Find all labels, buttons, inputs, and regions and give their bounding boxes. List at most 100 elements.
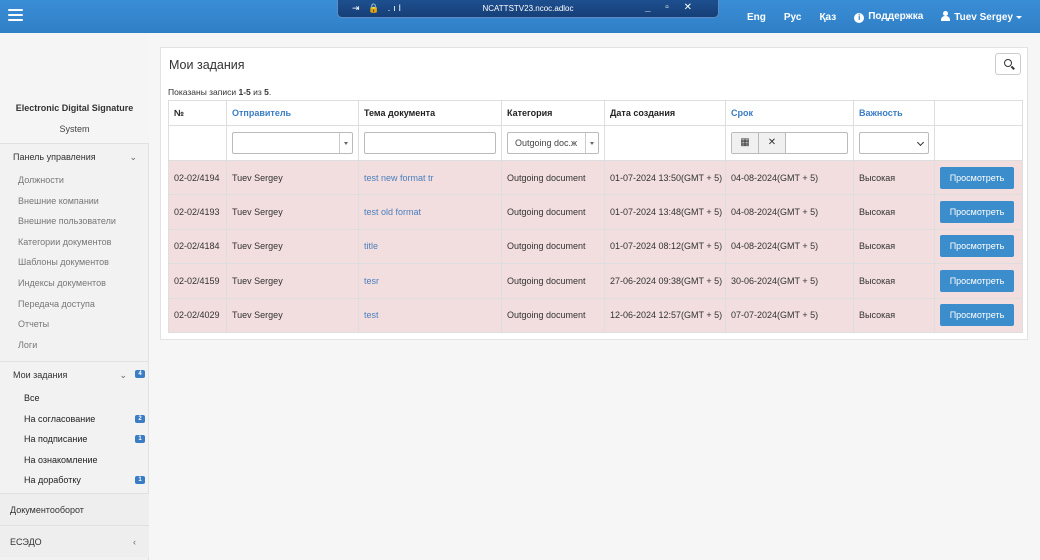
count-badge: 1 bbox=[135, 435, 145, 444]
user-icon bbox=[941, 11, 951, 21]
row-subject-link[interactable]: test old format bbox=[364, 207, 421, 217]
col-actions bbox=[934, 100, 1023, 126]
row-deadline: 04-08-2024(GMT + 5) bbox=[731, 172, 819, 183]
support-label: Поддержка bbox=[868, 11, 924, 22]
lang-kaz-link[interactable]: Қаз bbox=[819, 12, 836, 23]
row-importance: Высокая bbox=[859, 241, 896, 252]
table-cell: Tuev Sergey bbox=[226, 263, 359, 299]
row-subject-link[interactable]: title bbox=[364, 241, 378, 251]
col-importance[interactable]: Важность bbox=[853, 100, 935, 126]
sidebar-item-control-panel[interactable]: Панель управления ⌄ bbox=[0, 144, 149, 170]
records-suffix: . bbox=[268, 87, 272, 97]
sidebar-item-my-tasks[interactable]: Мои задания ⌄ 4 bbox=[0, 362, 149, 388]
view-button[interactable]: Просмотреть bbox=[940, 201, 1014, 224]
category-filter-select[interactable]: Outgoing doc.ж bbox=[507, 132, 599, 154]
records-prefix: Показаны записи bbox=[168, 87, 239, 97]
search-button[interactable] bbox=[995, 53, 1021, 75]
sidebar-item-for-review[interactable]: На ознакомление bbox=[0, 450, 149, 471]
row-category: Outgoing document bbox=[507, 241, 586, 252]
tasks-panel: Мои задания Показаны записи 1-5 из 5. № … bbox=[160, 47, 1028, 340]
table-cell: 01-07-2024 13:48(GMT + 5) bbox=[604, 194, 726, 230]
table-cell: Просмотреть bbox=[934, 228, 1023, 265]
lang-eng-link[interactable]: Eng bbox=[747, 12, 766, 23]
sidebar-item-label: На подписание bbox=[24, 434, 88, 445]
brand-subtitle: System bbox=[59, 124, 90, 134]
lang-rus-link[interactable]: Рус bbox=[784, 12, 802, 23]
user-name: Tuev Sergey bbox=[954, 12, 1013, 23]
sidebar-item-for-signing[interactable]: На подписание 1 bbox=[0, 429, 149, 450]
filter-cell-empty bbox=[168, 125, 227, 161]
filter-cell-deadline: ▦ ✕ bbox=[725, 125, 854, 161]
view-button[interactable]: Просмотреть bbox=[940, 304, 1014, 327]
table-cell: Просмотреть bbox=[934, 297, 1023, 333]
deadline-filter-input[interactable] bbox=[786, 133, 847, 153]
sidebar-item-doc-flow[interactable]: Документооборот bbox=[0, 493, 149, 525]
table-row: 02-02/4184 Tuev Sergey title Outgoing docum… bbox=[168, 228, 1023, 265]
subject-filter-input[interactable] bbox=[364, 132, 496, 154]
sidebar-section-control-panel: Панель управления ⌄ Должности Внешние ко… bbox=[0, 143, 149, 355]
sidebar-section-my-tasks: Мои задания ⌄ 4 Все На согласование 2 На … bbox=[0, 361, 149, 491]
row-importance: Высокая bbox=[859, 310, 896, 321]
sidebar-item-external-users[interactable]: Внешние пользователи bbox=[0, 211, 149, 232]
table-cell: Просмотреть bbox=[934, 263, 1023, 299]
sidebar-item-access-transfer[interactable]: Передача доступа bbox=[0, 294, 149, 315]
table-cell: test bbox=[358, 297, 502, 333]
sidebar-item-doc-categories[interactable]: Категории документов bbox=[0, 232, 149, 253]
tasks-table: № Отправитель Тема документа Категория Д… bbox=[168, 100, 1023, 333]
sidebar-item-external-companies[interactable]: Внешние компании bbox=[0, 191, 149, 212]
remote-desktop-controls[interactable]: _ ▫ ✕ bbox=[645, 2, 698, 13]
view-button[interactable]: Просмотреть bbox=[940, 166, 1014, 189]
table-cell: 30-06-2024(GMT + 5) bbox=[725, 263, 854, 299]
sidebar-item-label: На ознакомление bbox=[24, 454, 98, 465]
view-button[interactable]: Просмотреть bbox=[940, 269, 1014, 292]
table-cell: Высокая bbox=[853, 297, 935, 333]
sidebar-item-for-approval[interactable]: На согласование 2 bbox=[0, 409, 149, 430]
records-mid: из bbox=[250, 87, 265, 97]
count-badge: 2 bbox=[135, 414, 145, 423]
sidebar-item-label: Все bbox=[24, 393, 40, 403]
sidebar-item-all[interactable]: Все bbox=[0, 388, 149, 409]
sidebar-item-logs[interactable]: Логи bbox=[0, 335, 149, 356]
records-range: 1-5 bbox=[238, 87, 251, 97]
sender-filter-select[interactable] bbox=[232, 132, 353, 154]
row-deadline: 04-08-2024(GMT + 5) bbox=[731, 241, 819, 252]
top-navbar: ⇥ 🔒 .ıl NCATTSTV23.ncoc.adloc _ ▫ ✕ Eng … bbox=[0, 0, 1040, 33]
sidebar-item-doc-indexes[interactable]: Индексы документов bbox=[0, 273, 149, 294]
table-cell: 02-02/4184 bbox=[168, 228, 227, 265]
count-badge: 1 bbox=[135, 476, 145, 485]
sidebar-item-label: Панель управления bbox=[13, 152, 96, 162]
filter-cell-subject bbox=[358, 125, 502, 161]
table-cell: 04-08-2024(GMT + 5) bbox=[725, 228, 854, 265]
clear-icon[interactable]: ✕ bbox=[759, 133, 786, 153]
sidebar-item-reports[interactable]: Отчеты bbox=[0, 314, 149, 335]
col-deadline[interactable]: Срок bbox=[725, 100, 854, 126]
sidebar-item-positions[interactable]: Должности bbox=[0, 170, 149, 191]
table-cell: Tuev Sergey bbox=[226, 194, 359, 230]
table-cell: Высокая bbox=[853, 194, 935, 230]
importance-filter-select[interactable] bbox=[859, 132, 929, 154]
col-sender[interactable]: Отправитель bbox=[226, 100, 359, 126]
top-nav-links: Eng Рус Қаз i Поддержка Tuev Sergey bbox=[747, 11, 1022, 23]
calendar-icon[interactable]: ▦ bbox=[732, 133, 759, 153]
table-row: 02-02/4194 Tuev Sergey test new format tr O… bbox=[168, 159, 1023, 196]
row-subject-link[interactable]: test new format tr bbox=[364, 173, 434, 183]
table-cell: Outgoing document bbox=[501, 228, 605, 265]
col-created: Дата создания bbox=[604, 100, 726, 126]
table-cell: test new format tr bbox=[358, 159, 502, 196]
sidebar-item-label: Мои задания bbox=[13, 370, 68, 380]
row-subject-link[interactable]: tesr bbox=[364, 276, 379, 286]
table-cell: 07-07-2024(GMT + 5) bbox=[725, 297, 854, 333]
table-cell: Outgoing document bbox=[501, 297, 605, 333]
view-button[interactable]: Просмотреть bbox=[940, 235, 1014, 258]
sidebar-item-label: Документооборот bbox=[10, 505, 84, 515]
table-cell: Outgoing document bbox=[501, 194, 605, 230]
sidebar-item-for-revision[interactable]: На доработку 1 bbox=[0, 470, 149, 491]
user-menu[interactable]: Tuev Sergey bbox=[941, 11, 1022, 23]
table-cell: test old format bbox=[358, 194, 502, 230]
hamburger-menu-icon[interactable] bbox=[8, 9, 23, 22]
support-link[interactable]: i Поддержка bbox=[854, 11, 923, 23]
sidebar-item-doc-templates[interactable]: Шаблоны документов bbox=[0, 252, 149, 273]
sidebar-item-esedo[interactable]: ЕСЭДО ‹ bbox=[0, 525, 149, 557]
table-cell: Просмотреть bbox=[934, 159, 1023, 196]
row-subject-link[interactable]: test bbox=[364, 310, 379, 320]
